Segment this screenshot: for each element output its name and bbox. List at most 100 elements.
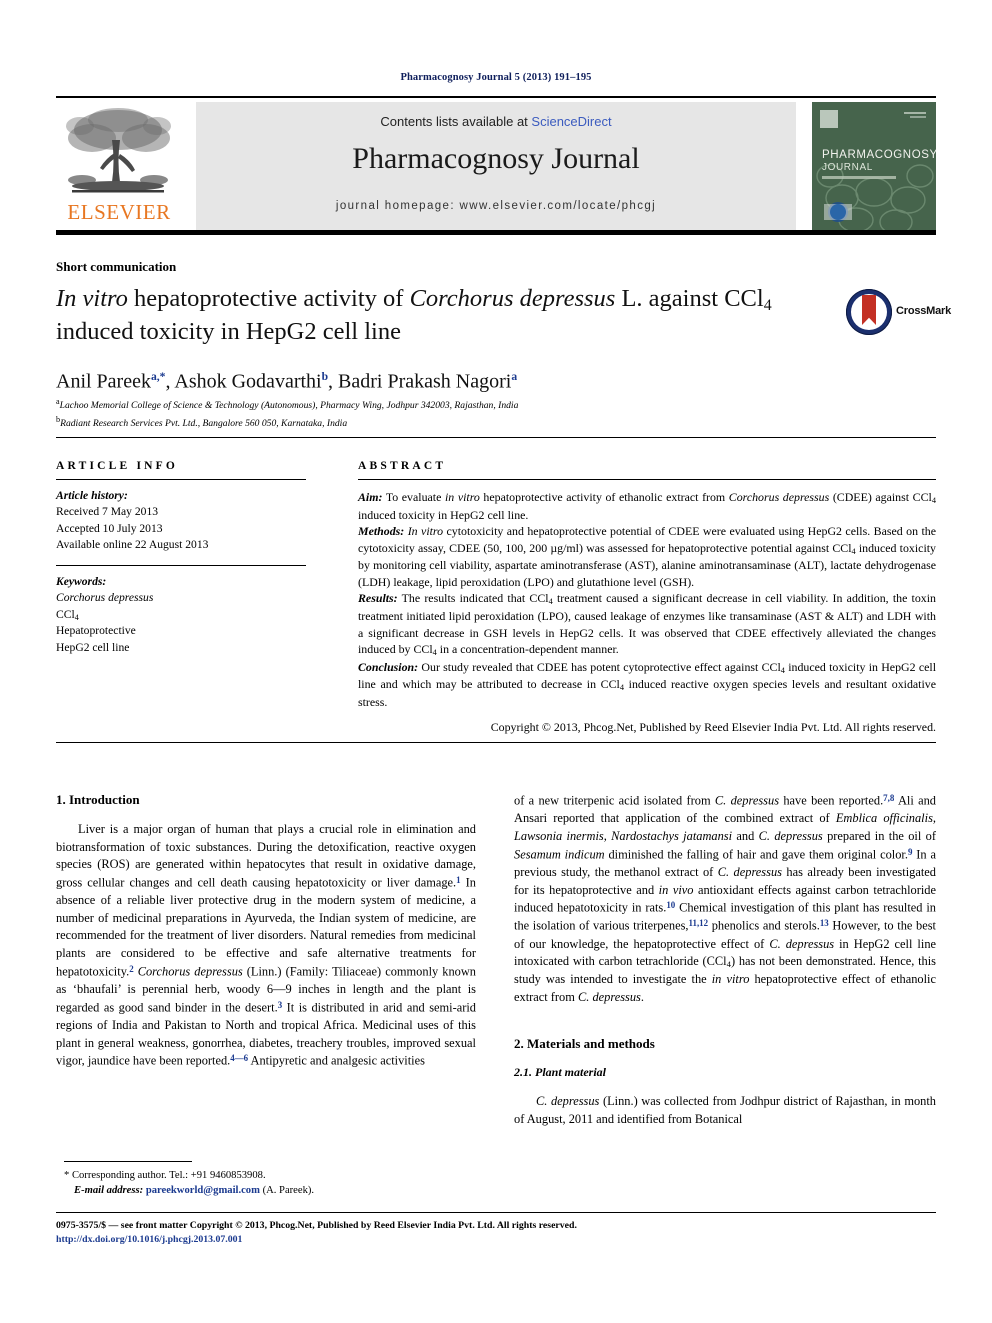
crossmark-ring-icon xyxy=(846,289,892,335)
title-in-vitro: In vitro xyxy=(56,285,128,312)
email-link[interactable]: pareekworld@gmail.com xyxy=(146,1185,260,1196)
abstract-results-label: Results: xyxy=(358,591,398,606)
keywords-divider-rule xyxy=(56,564,306,566)
masthead-top-rule xyxy=(56,96,936,98)
article-history-block: Article history: Received 7 May 2013 Acc… xyxy=(56,488,306,554)
article-type: Short communication xyxy=(56,259,177,274)
author-mark: a xyxy=(511,370,518,383)
citation-ref[interactable]: 4—6 xyxy=(230,1053,248,1063)
keyword-item: CCl4 xyxy=(56,607,79,622)
title-segment-4: L. against CCl xyxy=(615,285,764,312)
title-segment-5: induced toxicity in HepG2 cell line xyxy=(56,317,401,345)
section-heading-materials-methods: 2. Materials and methods xyxy=(514,1036,655,1052)
elsevier-tree-icon xyxy=(66,108,171,193)
svg-text:JOURNAL: JOURNAL xyxy=(822,162,873,173)
abstract-aim: Aim: To evaluate in vitro hepatoprotecti… xyxy=(358,490,936,522)
keyword-item: Hepatoprotective xyxy=(56,624,136,638)
crossmark-badge[interactable]: CrossMark xyxy=(846,289,951,337)
journal-title: Pharmacognosy Journal xyxy=(352,142,640,175)
running-head: Pharmacognosy Journal 5 (2013) 191–195 xyxy=(400,72,592,83)
abstract-rule xyxy=(358,479,936,480)
author-list: Anil Pareeka,*, Ashok Godavarthib, Badri… xyxy=(56,370,518,393)
elsevier-logo: ELSEVIER xyxy=(56,102,182,230)
citation-ref[interactable]: 11,12 xyxy=(689,918,709,928)
citation-ref[interactable]: 2 xyxy=(129,964,133,974)
affiliation-text: Lachoo Memorial College of Science & Tec… xyxy=(59,400,519,412)
cover-art: PHARMACOGNOSY JOURNAL xyxy=(812,102,936,230)
elsevier-wordmark: ELSEVIER xyxy=(67,200,171,224)
citation-ref[interactable]: 3 xyxy=(278,1000,282,1010)
contents-prefix: Contents lists available at xyxy=(380,114,532,129)
abstract-frame-top-rule xyxy=(56,437,936,438)
affiliation-list: aLachoo Memorial College of Science & Te… xyxy=(56,396,856,431)
section-heading-introduction: 1. Introduction xyxy=(56,792,140,807)
article-page: Pharmacognosy Journal 5 (2013) 191–195 E… xyxy=(0,0,992,1323)
body-left-column: 1. Introduction Liver is a major organ o… xyxy=(56,792,476,1070)
email-line: E-mail address: pareekworld@gmail.com (A… xyxy=(64,1183,484,1198)
keyword-item: HepG2 cell line xyxy=(56,640,130,654)
history-item: Available online 22 August 2013 xyxy=(56,538,209,552)
abstract-column: ABSTRACT Aim: To evaluate in vitro hepat… xyxy=(358,460,936,735)
plant-species-name: C. depressus xyxy=(536,1094,600,1109)
author-name: Ashok Godavarthi xyxy=(174,370,322,393)
footer-doi-link[interactable]: http://dx.doi.org/10.1016/j.phcgj.2013.0… xyxy=(56,1234,242,1245)
footer-rule xyxy=(56,1212,936,1213)
masthead-bottom-rule xyxy=(56,230,936,235)
abstract-frame-bottom-rule xyxy=(56,742,936,743)
abstract-heading: ABSTRACT xyxy=(358,460,447,472)
masthead-center-box: Contents lists available at ScienceDirec… xyxy=(196,102,796,230)
affiliation-item: aLachoo Memorial College of Science & Te… xyxy=(56,396,856,414)
subsection-heading-plant-material: 2.1. Plant material xyxy=(514,1065,607,1080)
journal-cover-thumbnail: PHARMACOGNOSY JOURNAL xyxy=(812,102,936,230)
keywords-block: Keywords: Corchorus depressus CCl4 Hepat… xyxy=(56,574,306,656)
footer-copyright: 0975-3575/$ — see front matter Copyright… xyxy=(56,1220,577,1231)
title-subscript: 4 xyxy=(763,296,772,314)
corresponding-author-footnote: * Corresponding author. Tel.: +91 946085… xyxy=(64,1168,484,1199)
author-mark: b xyxy=(321,370,329,383)
abstract-methods-label: Methods: xyxy=(358,524,405,539)
keywords-label: Keywords: xyxy=(56,574,107,588)
journal-homepage[interactable]: journal homepage: www.elsevier.com/locat… xyxy=(196,200,796,212)
keyword-subscript: 4 xyxy=(74,612,79,622)
keyword-item: Corchorus depressus xyxy=(56,591,154,605)
abstract-results: Results: The results indicated that CCl4… xyxy=(358,591,936,658)
history-item: Received 7 May 2013 xyxy=(56,505,159,519)
title-species: Corchorus depressus xyxy=(409,285,616,312)
intro-paragraph-left: Liver is a major organ of human that pla… xyxy=(56,822,477,1068)
citation-ref[interactable]: 1 xyxy=(456,875,460,885)
email-attribution: (A. Pareek). xyxy=(259,1185,315,1197)
affiliation-item: bRadiant Research Services Pvt. Ltd., Ba… xyxy=(56,414,856,432)
corresponding-author-text: Corresponding author. Tel.: +91 94608539… xyxy=(69,1170,266,1181)
article-info-heading: ARTICLE INFO xyxy=(56,460,179,472)
title-segment-2: hepatoprotective activity of xyxy=(127,285,410,312)
footnote-rule xyxy=(64,1161,192,1162)
intro-paragraph-right: of a new triterpenic acid isolated from … xyxy=(514,793,937,1004)
abstract-copyright: Copyright © 2013, Phcog.Net, Published b… xyxy=(490,719,936,734)
citation-ref[interactable]: 9 xyxy=(908,847,912,857)
sciencedirect-link[interactable]: ScienceDirect xyxy=(531,114,611,129)
citation-ref[interactable]: 7,8 xyxy=(883,793,894,803)
author-mark: a,* xyxy=(150,370,166,383)
email-label: E-mail address: xyxy=(74,1185,144,1197)
citation-ref[interactable]: 13 xyxy=(820,918,829,928)
abstract-body: Aim: To evaluate in vitro hepatoprotecti… xyxy=(358,489,936,711)
author-name: Badri Prakash Nagori xyxy=(338,370,512,393)
abstract-methods: Methods: In vitro cytotoxicity and hepat… xyxy=(358,524,936,589)
citation-ref[interactable]: 10 xyxy=(666,900,675,910)
history-item: Accepted 10 July 2013 xyxy=(56,521,163,535)
body-right-column: of a new triterpenic acid isolated from … xyxy=(514,792,936,1128)
plant-material-paragraph: C. depressus (Linn.) was collected from … xyxy=(514,1093,936,1128)
abstract-conclusion-label: Conclusion: xyxy=(358,659,419,674)
article-history-label: Article history: xyxy=(56,489,128,502)
article-info-rule xyxy=(56,479,306,480)
author-name: Anil Pareek xyxy=(56,370,151,393)
article-info-column: ARTICLE INFO Article history: Received 7… xyxy=(56,460,306,656)
affiliation-text: Radiant Research Services Pvt. Ltd., Ban… xyxy=(60,417,348,429)
journal-masthead: ELSEVIER Contents lists available at Sci… xyxy=(56,96,936,236)
crossmark-label: CrossMark xyxy=(896,305,952,317)
corresponding-author-line: * Corresponding author. Tel.: +91 946085… xyxy=(64,1168,484,1183)
contents-available-line: Contents lists available at ScienceDirec… xyxy=(196,114,796,129)
abstract-aim-label: Aim: xyxy=(358,490,383,504)
article-title: In vitro hepatoprotective activity of Co… xyxy=(56,283,826,348)
